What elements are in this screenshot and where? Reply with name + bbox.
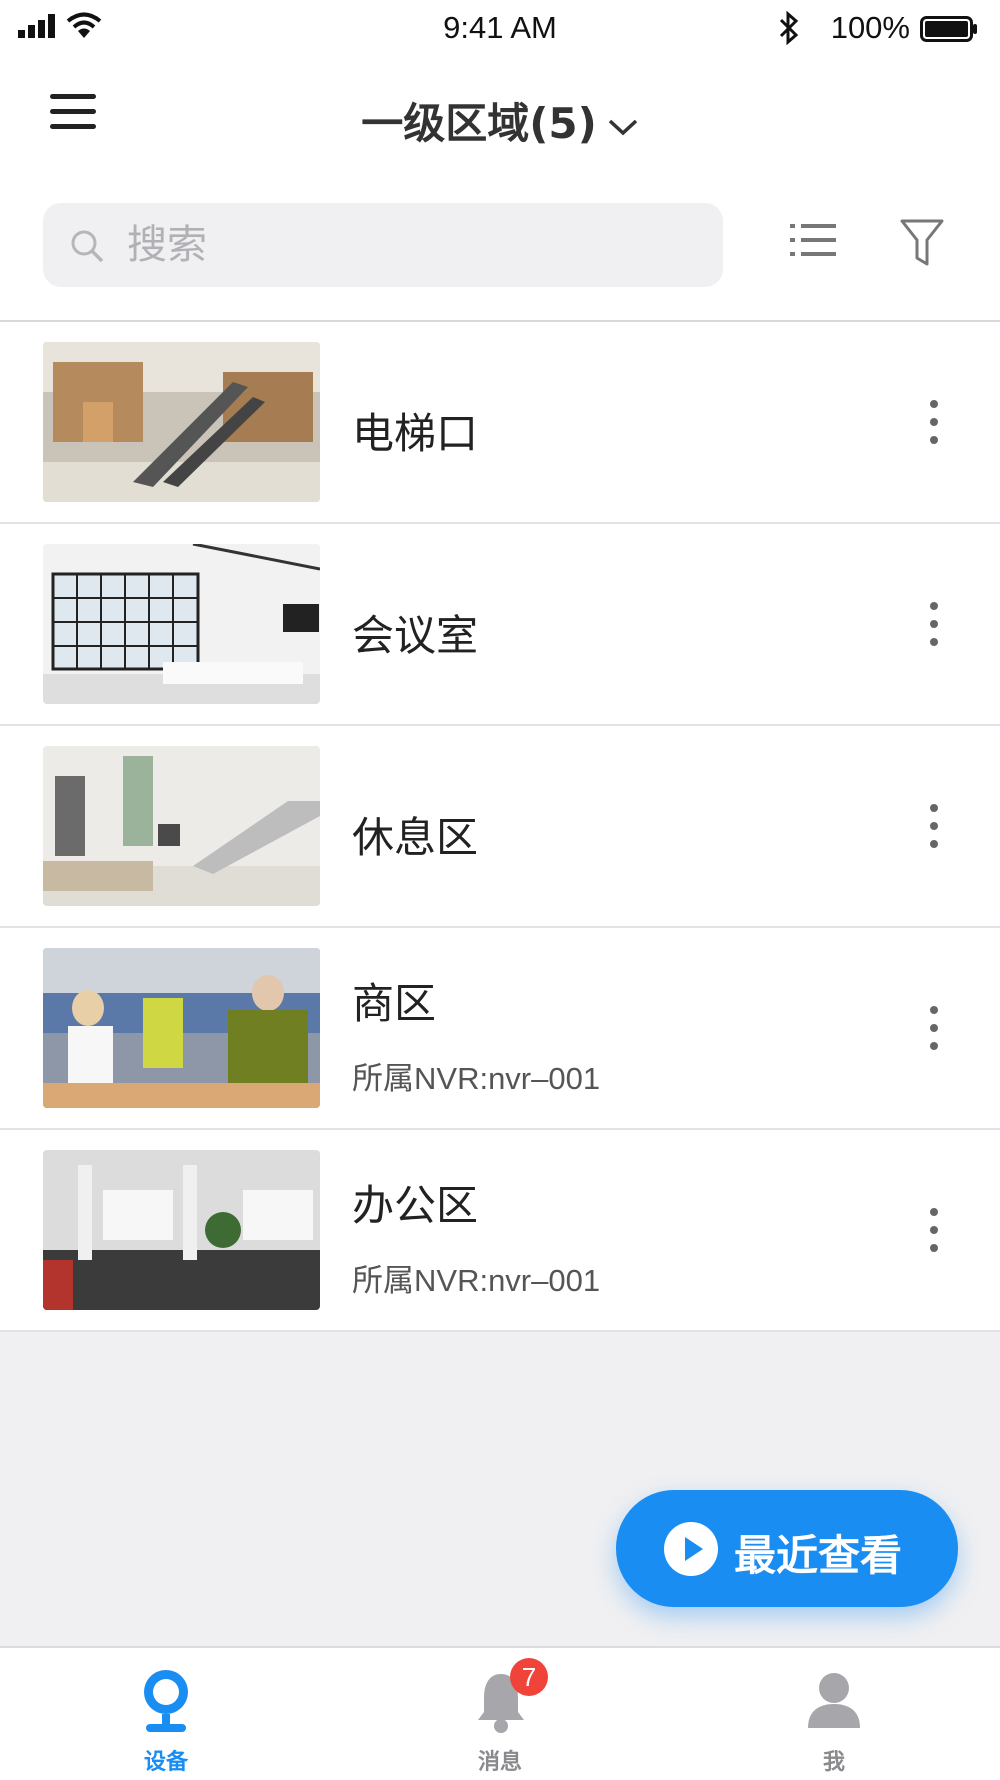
list-item[interactable]: 电梯口 bbox=[0, 322, 1000, 524]
search-input[interactable] bbox=[125, 213, 689, 277]
battery-percent: 100% bbox=[830, 10, 910, 45]
list-view-icon[interactable] bbox=[790, 220, 836, 260]
tab-devices[interactable]: 设备 bbox=[66, 1648, 266, 1780]
page-title: 一级区域(5) bbox=[361, 99, 597, 148]
item-nvr: 所属NVR:nvr–001 bbox=[352, 1061, 601, 1096]
more-options-icon[interactable] bbox=[924, 804, 944, 848]
thumbnail-image bbox=[43, 948, 320, 1108]
filter-icon[interactable] bbox=[900, 218, 944, 268]
more-options-icon[interactable] bbox=[924, 602, 944, 646]
tab-me-label: 我 bbox=[822, 1750, 845, 1775]
item-name: 电梯口 bbox=[352, 409, 479, 458]
chevron-down-icon bbox=[608, 119, 637, 135]
region-selector[interactable]: 一级区域(5) bbox=[0, 90, 1000, 151]
play-icon bbox=[664, 1522, 718, 1576]
more-options-icon[interactable] bbox=[924, 1208, 944, 1252]
tab-messages-label: 消息 bbox=[477, 1750, 522, 1775]
list-item[interactable]: 办公区 所属NVR:nvr–001 bbox=[0, 1130, 1000, 1332]
more-options-icon[interactable] bbox=[924, 1006, 944, 1050]
top-panel: 9:41 AM 100% 一级区域(5) bbox=[0, 0, 1000, 320]
tab-messages[interactable]: 消息 bbox=[400, 1648, 600, 1780]
tab-devices-label: 设备 bbox=[143, 1750, 188, 1775]
item-name: 商区 bbox=[352, 979, 437, 1028]
item-name: 休息区 bbox=[352, 813, 479, 862]
list-item[interactable]: 商区 所属NVR:nvr–001 bbox=[0, 928, 1000, 1130]
thumbnail-image bbox=[43, 544, 320, 704]
battery-icon bbox=[920, 16, 977, 42]
user-icon bbox=[808, 1673, 860, 1728]
item-nvr: 所属NVR:nvr–001 bbox=[352, 1263, 601, 1298]
thumbnail-image bbox=[43, 1150, 320, 1310]
device-list: 电梯口 会议室 休息区 商区 所属NVR:nvr–001 办公区 所属NVR:n… bbox=[0, 322, 1000, 1332]
more-options-icon[interactable] bbox=[924, 400, 944, 444]
tab-bar: 设备 消息 7 我 bbox=[0, 1646, 1000, 1780]
status-bar: 9:41 AM 100% bbox=[0, 0, 1000, 60]
recent-view-button[interactable]: 最近查看 bbox=[616, 1490, 958, 1607]
bluetooth-icon bbox=[779, 11, 799, 45]
list-item[interactable]: 休息区 bbox=[0, 726, 1000, 928]
item-name: 办公区 bbox=[352, 1181, 479, 1230]
thumbnail-image bbox=[43, 342, 320, 502]
camera-icon bbox=[144, 1670, 188, 1732]
tab-me[interactable]: 我 bbox=[734, 1648, 934, 1780]
search-bar[interactable] bbox=[43, 203, 723, 287]
list-item[interactable]: 会议室 bbox=[0, 524, 1000, 726]
recent-view-label: 最近查看 bbox=[734, 1531, 903, 1580]
thumbnail-image bbox=[43, 746, 320, 906]
item-name: 会议室 bbox=[352, 611, 479, 660]
search-icon bbox=[71, 230, 104, 263]
message-count-badge: 7 bbox=[510, 1658, 548, 1696]
